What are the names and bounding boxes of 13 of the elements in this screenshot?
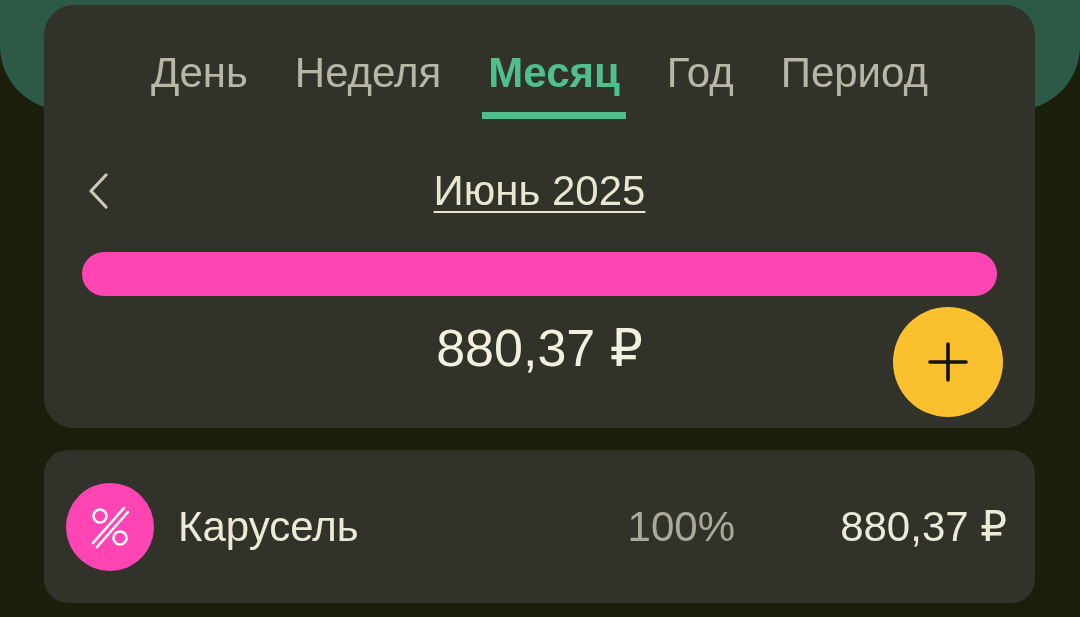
- period-tab[interactable]: Год: [660, 49, 740, 119]
- period-tab[interactable]: Месяц: [482, 49, 626, 119]
- category-share: 100%: [627, 502, 735, 551]
- period-tab[interactable]: Период: [774, 49, 935, 119]
- period-link[interactable]: Июнь 2025: [433, 167, 646, 215]
- category-amount: 880,37 ₽: [840, 502, 1007, 551]
- period-tab[interactable]: Неделя: [288, 49, 448, 119]
- period-tab[interactable]: День: [144, 49, 254, 119]
- total-amount: 880,37 ₽: [436, 318, 643, 378]
- category-name: Карусель: [178, 502, 359, 551]
- category-row[interactable]: Карусель 100% 880,37 ₽: [44, 450, 1035, 603]
- plus-icon: [928, 342, 968, 382]
- chevron-left-icon[interactable]: [88, 173, 108, 209]
